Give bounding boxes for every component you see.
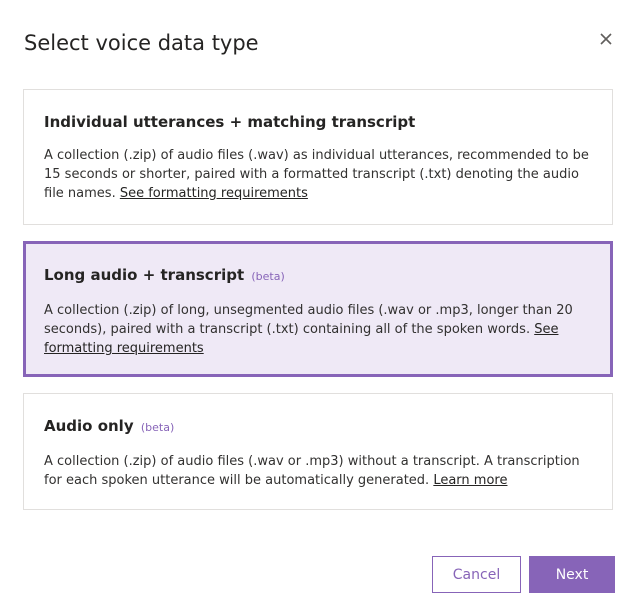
- close-button[interactable]: [593, 26, 619, 52]
- next-button[interactable]: Next: [529, 556, 615, 593]
- option-title-text: Individual utterances + matching transcr…: [44, 113, 416, 131]
- beta-badge: (beta): [140, 421, 175, 434]
- option-title: Long audio + transcript (beta): [44, 265, 592, 287]
- see-formatting-requirements-link[interactable]: See formatting requirements: [120, 186, 308, 201]
- option-title: Audio only (beta): [44, 416, 592, 438]
- option-individual-utterances[interactable]: Individual utterances + matching transcr…: [23, 89, 613, 225]
- option-long-audio-transcript[interactable]: Long audio + transcript (beta) A collect…: [23, 241, 613, 377]
- beta-badge: (beta): [251, 270, 285, 283]
- option-title: Individual utterances + matching transcr…: [44, 112, 592, 132]
- cancel-button[interactable]: Cancel: [432, 556, 521, 593]
- option-title-text: Audio only: [44, 417, 134, 435]
- option-audio-only[interactable]: Audio only (beta) A collection (.zip) of…: [23, 393, 613, 510]
- close-icon: [600, 33, 612, 45]
- option-title-text: Long audio + transcript: [44, 266, 245, 284]
- option-description: A collection (.zip) of audio files (.wav…: [44, 146, 592, 203]
- learn-more-link[interactable]: Learn more: [433, 473, 507, 488]
- option-description: A collection (.zip) of audio files (.wav…: [44, 452, 592, 490]
- option-description: A collection (.zip) of long, unsegmented…: [44, 301, 592, 358]
- option-description-text: A collection (.zip) of long, unsegmented…: [44, 303, 573, 337]
- dialog-title: Select voice data type: [24, 31, 259, 55]
- select-voice-data-dialog: Select voice data type Individual uttera…: [0, 0, 640, 615]
